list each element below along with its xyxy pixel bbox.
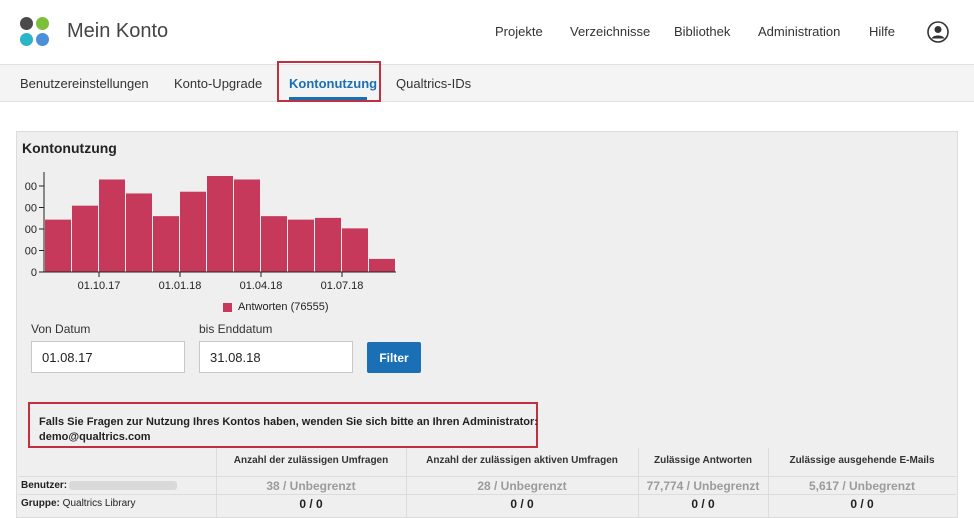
usage-chart: 00000000001.10.17 01.01.18 01.04.18 01.07.1…: [25, 172, 396, 292]
group-emails-value: 0 / 0: [850, 497, 874, 511]
tab-highlight-annotation: [277, 61, 381, 102]
admin-notice: Falls Sie Fragen zur Nutzung Ihres Konto…: [39, 416, 538, 428]
filter-button[interactable]: Filter: [367, 342, 421, 373]
user-active-surveys-value: 28 / Unbegrenzt: [477, 479, 567, 493]
to-date-label: bis Enddatum: [199, 322, 273, 336]
nav-bibliothek[interactable]: Bibliothek: [674, 24, 730, 39]
nav-administration[interactable]: Administration: [758, 24, 840, 39]
user-emails-value: 5,617 / Unbegrenzt: [808, 479, 916, 493]
nav-hilfe[interactable]: Hilfe: [869, 24, 895, 39]
header-allowed-active-surveys: Anzahl der zulässigen aktiven Umfragen: [426, 455, 618, 466]
header-allowed-emails: Zulässige ausgehende E-Mails: [789, 455, 935, 466]
qualtrics-logo-icon[interactable]: [20, 17, 50, 47]
chart-bar: [207, 176, 233, 272]
tab-konto-upgrade[interactable]: Konto-Upgrade: [174, 76, 262, 91]
nav-projekte[interactable]: Projekte: [495, 24, 543, 39]
y-tick-label: 00: [25, 181, 37, 193]
chart-bar: [288, 219, 314, 272]
y-tick-label: 00: [25, 246, 37, 258]
x-tick-label: 01.10.17: [78, 280, 121, 292]
group-responses-value: 0 / 0: [691, 497, 715, 511]
chart-bar: [342, 228, 368, 272]
chart-bar: [315, 217, 341, 272]
table-row-divider: [18, 476, 956, 477]
header-allowed-surveys: Anzahl der zulässigen Umfragen: [233, 455, 389, 466]
chart-bar: [234, 179, 260, 272]
top-bar: Mein Konto Projekte Verzeichnisse Biblio…: [0, 0, 974, 64]
chart-bar: [369, 258, 395, 272]
admin-email[interactable]: demo@qualtrics.com: [39, 431, 151, 443]
tab-benutzereinstellungen[interactable]: Benutzereinstellungen: [20, 76, 149, 91]
x-tick-label: 01.07.18: [321, 280, 364, 292]
chart-bar: [72, 205, 98, 272]
group-row-label: Gruppe: Qualtrics Library: [21, 498, 136, 509]
chart-bar: [99, 179, 125, 272]
chart-bar: [45, 219, 71, 272]
header-allowed-responses: Zulässige Antworten: [654, 455, 752, 466]
table-row-divider: [18, 494, 956, 495]
from-date-label: Von Datum: [31, 322, 91, 336]
user-surveys-value: 38 / Unbegrenzt: [266, 479, 356, 493]
chart-bar: [180, 191, 206, 272]
y-tick-label: 00: [25, 224, 37, 236]
y-tick-label: 0: [31, 267, 37, 279]
tab-bar: Benutzereinstellungen Konto-Upgrade Kont…: [0, 64, 974, 102]
panel-title: Kontonutzung: [22, 140, 117, 156]
tab-qualtrics-ids[interactable]: Qualtrics-IDs: [396, 76, 471, 91]
user-account-icon[interactable]: [927, 21, 949, 43]
group-active-surveys-value: 0 / 0: [510, 497, 534, 511]
legend-label: Antworten (76555): [238, 301, 329, 313]
from-date-input[interactable]: [31, 341, 185, 373]
to-date-input[interactable]: [199, 341, 353, 373]
page-title: Mein Konto: [67, 20, 169, 42]
legend-swatch: [223, 303, 232, 312]
chart-bar: [261, 216, 287, 272]
group-surveys-value: 0 / 0: [299, 497, 323, 511]
blurred-username: [69, 480, 178, 490]
chart-bar: [126, 193, 152, 272]
user-responses-value: 77,774 / Unbegrenzt: [646, 479, 760, 493]
nav-verzeichnisse[interactable]: Verzeichnisse: [570, 24, 650, 39]
y-tick-label: 00: [25, 203, 37, 215]
user-row-label: Benutzer:: [21, 480, 178, 491]
chart-bar: [153, 216, 179, 272]
x-tick-label: 01.04.18: [240, 280, 283, 292]
x-tick-label: 01.01.18: [159, 280, 202, 292]
